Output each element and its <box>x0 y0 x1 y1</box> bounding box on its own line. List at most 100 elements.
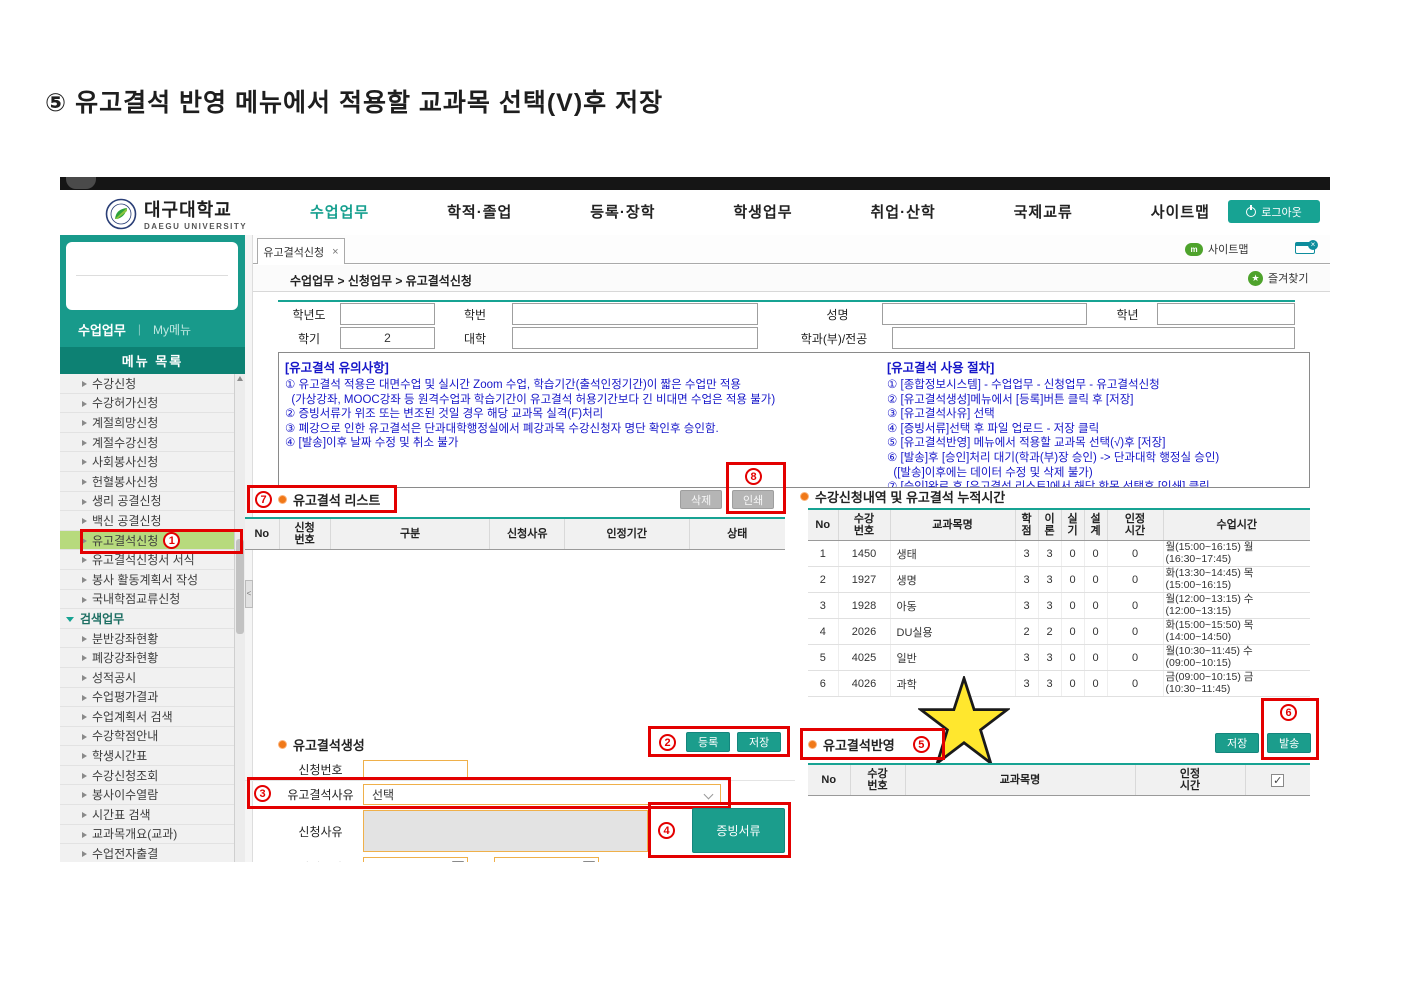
sitemap-icon: m <box>1185 242 1203 256</box>
reason-type-row: 유고결석사유 선택 <box>245 782 795 806</box>
grade-input[interactable] <box>1157 303 1295 325</box>
sidebar-item[interactable]: 계절수강신청 <box>60 432 234 453</box>
sidebar-item[interactable]: 시간표 검색 <box>60 805 234 825</box>
document-tabbar: 유고결석신청 × m 사이트맵 <box>253 235 1330 264</box>
sidebar-item[interactable]: 성적공시 <box>60 667 234 688</box>
period-end-input[interactable] <box>494 857 599 862</box>
sidebar-item[interactable]: 폐강강좌현황 <box>60 648 234 668</box>
annotation-5: 5 <box>912 736 930 753</box>
send-button[interactable]: 발송 <box>1267 733 1312 753</box>
sidebar-item[interactable]: 분반강좌현황 <box>60 628 234 649</box>
sidebar-item[interactable]: 헌혈봉사신청 <box>60 471 234 492</box>
attachment-button[interactable]: 증빙서류 <box>692 808 785 853</box>
calendar-icon[interactable] <box>583 861 595 862</box>
divider: | <box>137 322 141 336</box>
triangle-right-icon <box>82 851 87 858</box>
sidebar-item[interactable]: 수업전자출결 <box>60 844 234 862</box>
table-row[interactable]: 4 2026 DU실용 2 2 0 0 0 화(15:00~15:50) 목(14:00~14:… <box>808 618 1310 645</box>
triangle-right-icon <box>82 753 87 760</box>
nav-item[interactable]: 취업·산학 <box>871 201 936 222</box>
table-cell: 0 <box>1084 618 1108 645</box>
sidebar-item[interactable]: 계절희망신청 <box>60 413 234 433</box>
university-logo: 대구대학교 DAEGU UNIVERSITY <box>105 196 247 231</box>
sidebar-tab-work[interactable]: 수업업무 <box>78 320 126 339</box>
absence-list-title-row: 7 유고결석 리스트 <box>255 490 380 509</box>
logout-button[interactable]: 로그아웃 <box>1228 200 1320 223</box>
absence-apply-title-row: 유고결석반영 5 <box>808 735 930 754</box>
enrollment-table: No 수강 번호 교과목명 학 점이 론실 기설 계 인정 시간 수업시간 1 1450 생태… <box>808 508 1310 697</box>
nav-item[interactable]: 국제교류 <box>1014 201 1073 222</box>
period-start-input[interactable] <box>363 857 468 862</box>
sidebar-item[interactable]: 유고결석신청서 서식 <box>60 550 234 570</box>
sidebar-item[interactable]: 수강신청조회 <box>60 765 234 786</box>
college-input[interactable] <box>512 327 758 349</box>
register-button[interactable]: 등록 <box>686 732 731 752</box>
table-header-row: No 수강 번호 교과목명 학 점이 론실 기설 계 인정 시간 수업시간 <box>808 509 1310 541</box>
apply-save-button[interactable]: 저장 <box>1215 733 1260 753</box>
reason-type-select[interactable]: 선택 <box>363 783 721 805</box>
sidebar-item[interactable]: 검색업무 <box>60 609 234 629</box>
sidebar-item[interactable]: 국내학점교류신청 <box>60 589 234 610</box>
university-name: 대구대학교 <box>144 200 232 220</box>
sidebar-item[interactable]: 봉사이수열람 <box>60 785 234 806</box>
nav-item[interactable]: 사이트맵 <box>1151 201 1210 222</box>
table-row[interactable]: 3 1928 아동 3 3 0 0 0 월(12:00~13:15) 수(12:00~13:15… <box>808 592 1310 619</box>
calendar-icon[interactable] <box>452 861 464 862</box>
studentno-input[interactable] <box>512 303 758 325</box>
sidebar-item[interactable]: 수강신청 <box>60 374 234 394</box>
sidebar-item[interactable]: 수업계획서 검색 <box>60 707 234 727</box>
delete-button[interactable]: 삭제 <box>680 490 723 509</box>
nav-item[interactable]: 학적·졸업 <box>447 201 512 222</box>
enrollment-title-row: 수강신청내역 및 유고결석 누적시간 <box>800 487 1005 506</box>
reqno-input[interactable] <box>363 759 468 779</box>
sidebar-item[interactable]: 학생시간표 <box>60 746 234 766</box>
scrollbar-thumb[interactable] <box>236 539 244 634</box>
sidebar-scrollbar[interactable] <box>234 374 245 862</box>
table-cell: 0 <box>1061 540 1085 567</box>
tab-close-icon[interactable]: × <box>332 246 338 258</box>
reason-textarea[interactable] <box>363 810 648 852</box>
table-row[interactable]: 1 1450 생태 3 3 0 0 0 월(15:00~16:15) 월(16:30~17:45… <box>808 540 1310 567</box>
popup-window-icon[interactable] <box>1295 240 1318 254</box>
sidebar-item[interactable]: 교과목개요(교과) <box>60 824 234 845</box>
column-header: 인정 시간 <box>1135 764 1246 796</box>
sidebar-item-label: 학생시간표 <box>92 749 148 764</box>
table-cell: 0 <box>1084 540 1108 567</box>
name-input[interactable] <box>882 303 1087 325</box>
scroll-up-icon[interactable] <box>237 376 243 381</box>
sidebar-item[interactable]: 수강허가신청 <box>60 393 234 414</box>
nav-item[interactable]: 등록·장학 <box>590 201 655 222</box>
triangle-right-icon <box>82 812 87 819</box>
nav-item[interactable]: 학생업무 <box>733 201 792 222</box>
sidebar-item[interactable]: 백신 공결신청 <box>60 511 234 531</box>
application-window: 대구대학교 DAEGU UNIVERSITY 수업업무 학적·졸업 등록·장학 학생업… <box>60 177 1330 862</box>
tab-absence-request[interactable]: 유고결석신청 × <box>257 238 345 264</box>
sidebar-tab-mymenu[interactable]: My메뉴 <box>153 321 191 338</box>
year-input[interactable] <box>340 303 435 325</box>
nav-item[interactable]: 수업업무 <box>310 201 369 222</box>
triangle-right-icon <box>82 478 87 485</box>
select-all-checkbox[interactable]: ✓ <box>1271 773 1285 787</box>
table-row[interactable]: 5 4025 일반 3 3 0 0 0 월(10:30~11:45) 수(09:00~10:15… <box>808 644 1310 671</box>
table-cell: 생명 <box>890 566 1016 593</box>
table-row[interactable]: 2 1927 생명 3 3 0 0 0 화(13:30~14:45) 목(15:00~16:15… <box>808 566 1310 593</box>
sidebar-item[interactable]: 유고결석신청 1 <box>60 530 234 551</box>
sitemap-link[interactable]: m 사이트맵 <box>1185 241 1248 257</box>
main-nav: 수업업무 학적·졸업 등록·장학 학생업무 취업·산학 국제교류 사이트맵 <box>310 190 1210 233</box>
major-input[interactable] <box>892 327 1295 349</box>
star-icon: ★ <box>1248 270 1263 286</box>
notice-line: ④ [발송]이후 날짜 수정 및 취소 불가 <box>285 437 459 450</box>
year-label: 학년도 <box>292 307 326 322</box>
sidebar-item[interactable]: 봉사 활동계획서 작성 <box>60 569 234 590</box>
sidebar-item[interactable]: 수강학점안내 <box>60 726 234 747</box>
favorite-button[interactable]: ★ 즐겨찾기 <box>1248 270 1308 286</box>
table-body: 1 1450 생태 3 3 0 0 0 월(15:00~16:15) 월(16:30~17:45… <box>808 540 1310 697</box>
print-button[interactable]: 인쇄 <box>732 490 775 509</box>
sidebar-item[interactable]: 수업평가결과 <box>60 687 234 708</box>
sidebar-item[interactable]: 사회봉사신청 <box>60 452 234 472</box>
sidebar-item[interactable]: 생리 공결신청 <box>60 491 234 512</box>
absence-list-section: 7 유고결석 리스트 삭제 인쇄 8 No 신청 번호 구분 신청사유 인정기간 상태 <box>245 460 790 695</box>
term-input[interactable]: 2 <box>340 327 435 349</box>
triangle-right-icon <box>82 498 87 505</box>
save-button[interactable]: 저장 <box>737 732 782 752</box>
